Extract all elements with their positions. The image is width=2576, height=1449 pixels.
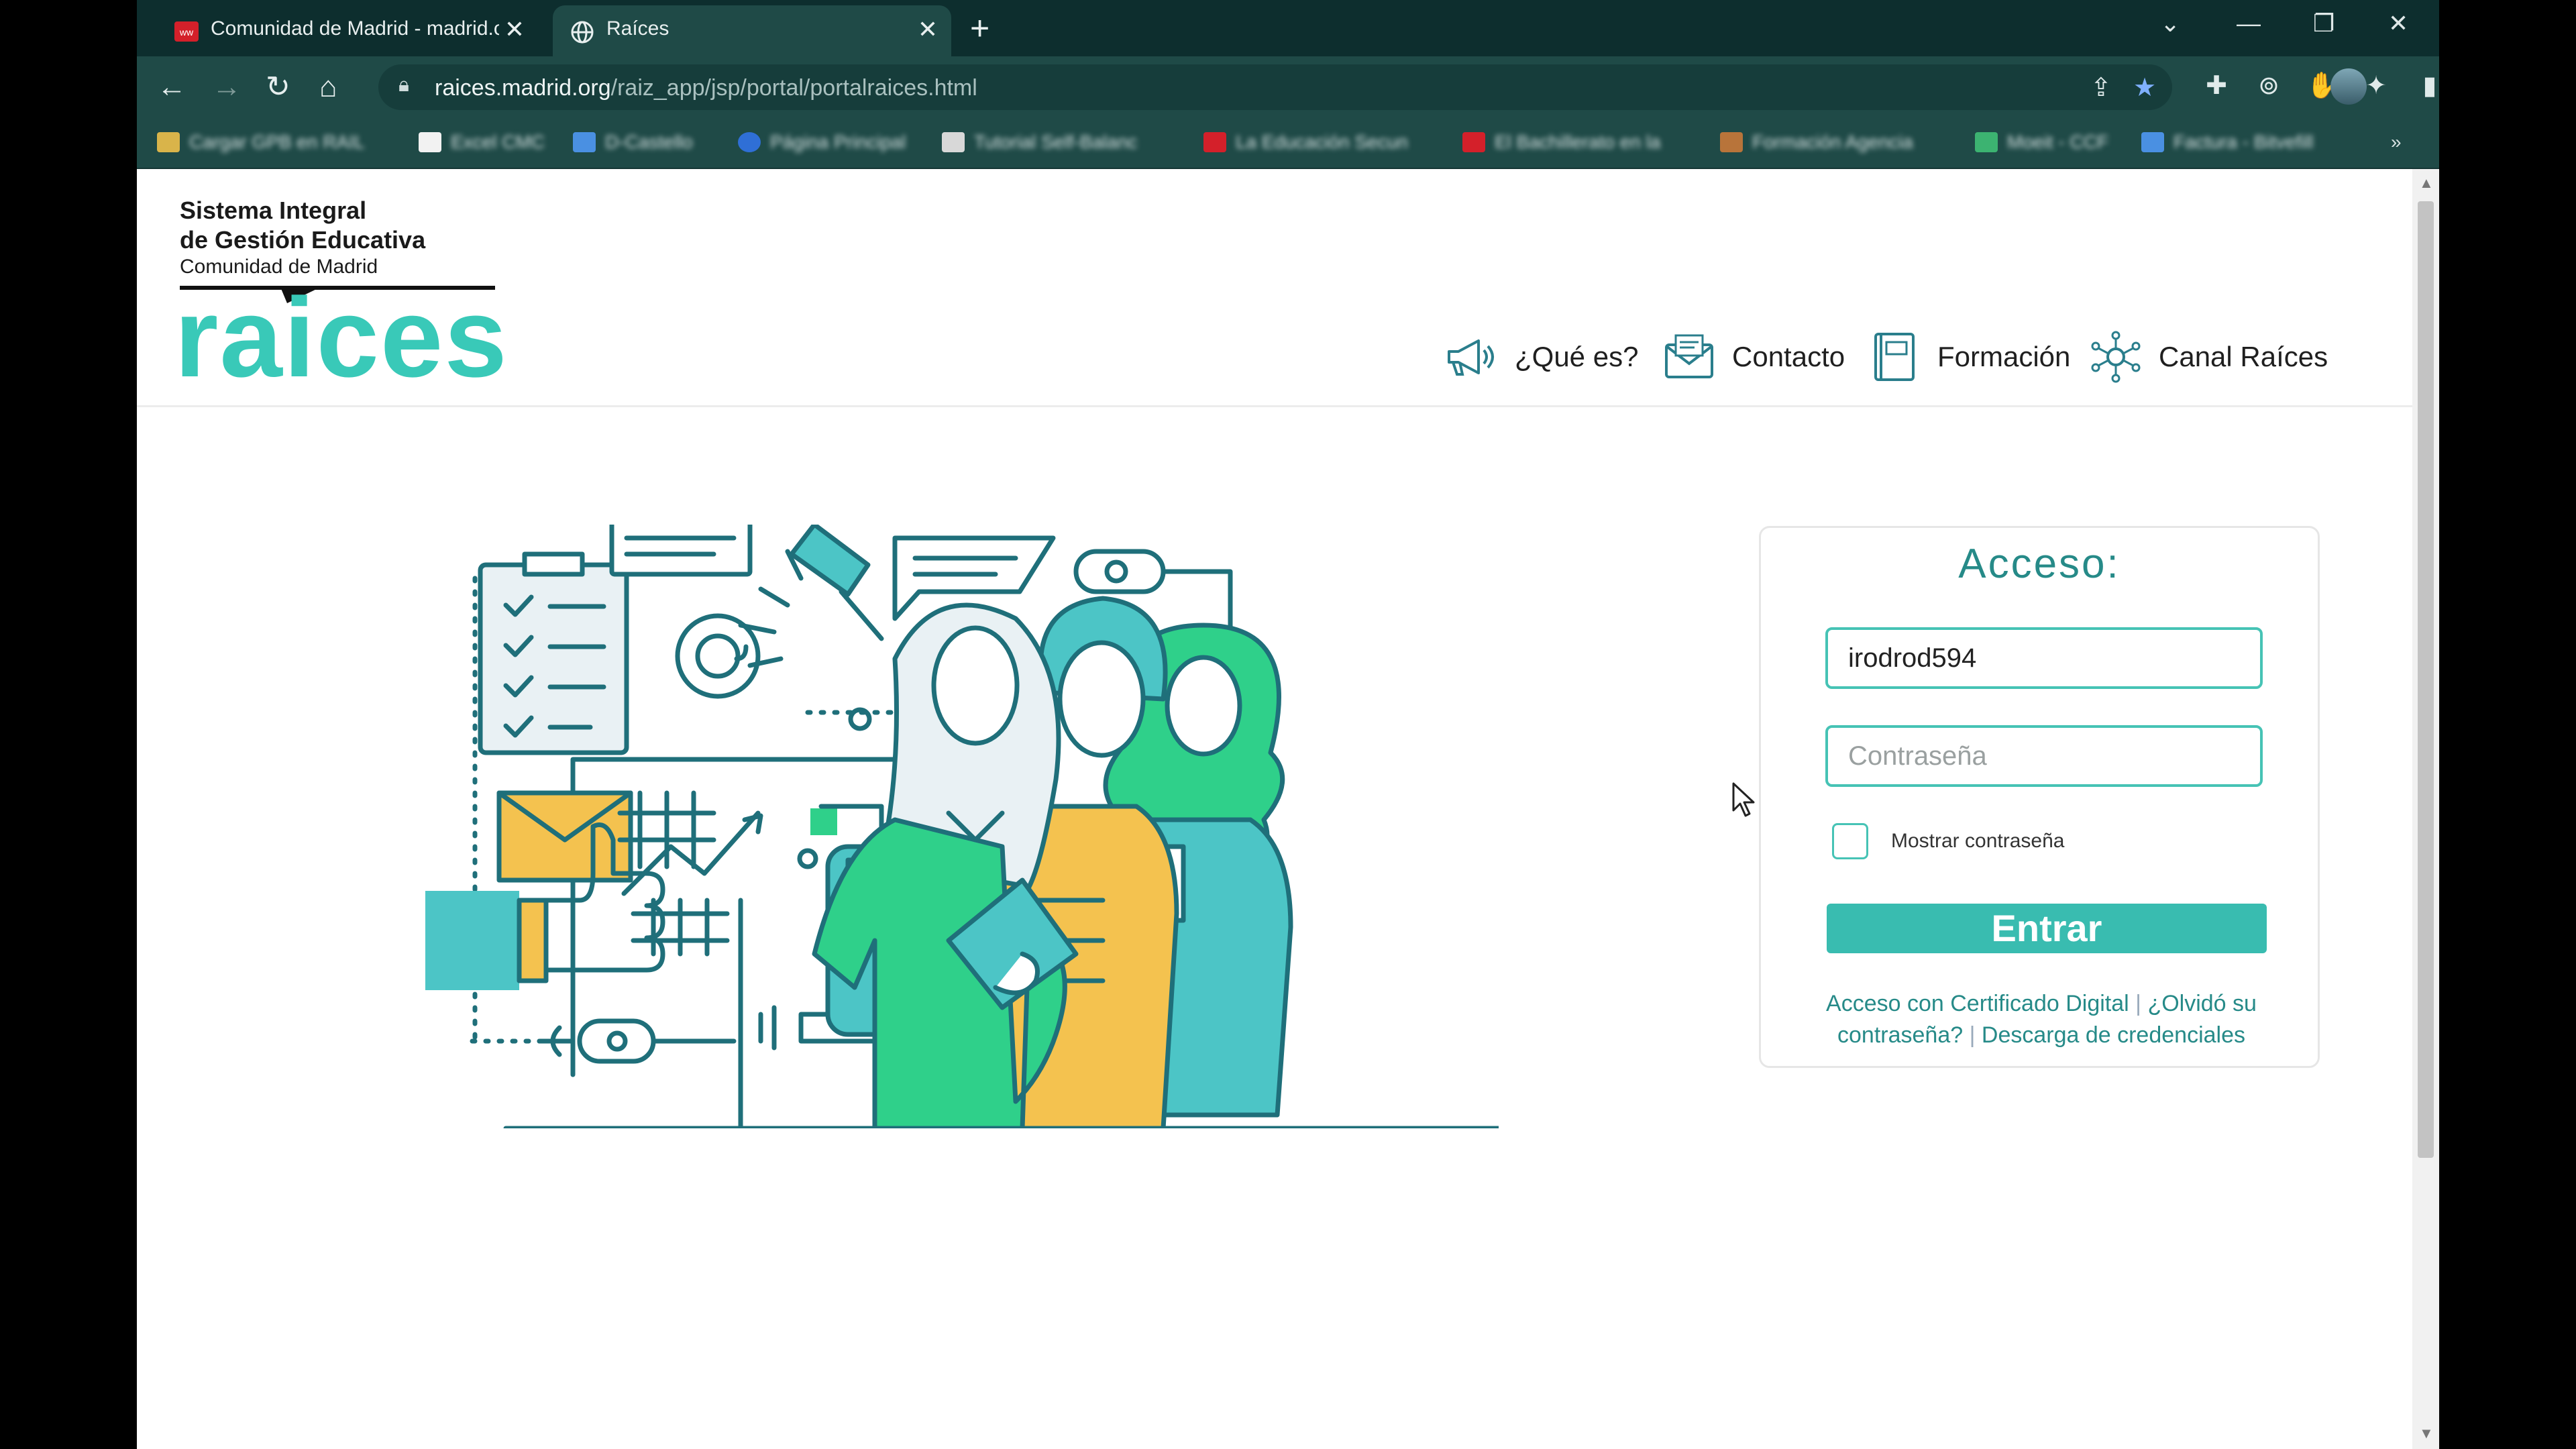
bookmark-item[interactable]: Moeit - CCF — [1975, 129, 2108, 156]
new-tab-button[interactable]: + — [970, 9, 989, 47]
megaphone-icon — [1448, 339, 1494, 376]
extension-lock-icon[interactable]: ⊚ — [2253, 70, 2285, 102]
download-credentials-link[interactable]: Descarga de credenciales — [1982, 1022, 2245, 1048]
bookmark-item[interactable]: Excel CMC — [419, 129, 545, 156]
username-input[interactable] — [1825, 627, 2263, 689]
bookmark-item[interactable]: Factura - Bitvefill — [2141, 129, 2314, 156]
scroll-down-icon[interactable]: ▼ — [2419, 1425, 2434, 1442]
book-icon — [1874, 333, 1915, 381]
bookmark-item[interactable]: Cargar GPB en RAIL — [157, 129, 364, 156]
minimize-button[interactable]: — — [2237, 7, 2261, 40]
bookmark-item[interactable]: Formación Agencia — [1720, 129, 1913, 156]
brand-line-2: de Gestión Educativa — [180, 226, 426, 254]
back-button[interactable]: ← — [157, 68, 186, 106]
nav-canal-raices[interactable]: Canal Raíces — [2088, 330, 2328, 384]
tab-raices[interactable]: Raíces ✕ — [553, 5, 951, 56]
page-scrollbar[interactable]: ▲ ▼ — [2412, 169, 2439, 1449]
education-team-illustration — [425, 525, 1499, 1128]
svg-text:ww: ww — [179, 27, 194, 38]
nav-que-es[interactable]: ¿Qué es? — [1444, 330, 1638, 384]
close-window-button[interactable]: ✕ — [2388, 7, 2408, 40]
profile-avatar[interactable] — [2330, 68, 2367, 105]
nav-formacion[interactable]: Formación — [1866, 330, 2070, 384]
globe-icon — [571, 21, 594, 44]
tab-comunidad-madrid[interactable]: ww Comunidad de Madrid - madrid.org ✕ — [157, 5, 538, 56]
share-icon[interactable]: ⇪ — [2090, 72, 2112, 103]
login-title: Acceso: — [1958, 541, 2121, 587]
brand-line-1: Sistema Integral — [180, 197, 367, 224]
bookmark-item[interactable]: Tutorial Self-Balanc — [942, 129, 1137, 156]
comunidad-madrid-favicon-icon: ww — [174, 21, 199, 42]
tab-title: Raíces — [606, 17, 669, 40]
login-submit-button[interactable]: Entrar — [1827, 904, 2267, 953]
page-content: Sistema Integral de Gestión Educativa Co… — [137, 169, 2412, 1449]
network-icon — [2091, 331, 2141, 383]
extension-cross-icon[interactable]: ✚ — [2200, 70, 2233, 102]
lock-icon: 🔒︎ — [398, 74, 409, 96]
address-bar[interactable]: 🔒︎ raices.madrid.org/raiz_app/jsp/portal… — [378, 64, 2172, 110]
reload-button[interactable]: ↻ — [266, 68, 290, 106]
bookmarks-bar: Cargar GPB en RAIL Excel CMC D-Castello … — [137, 118, 2439, 169]
bookmark-item[interactable]: Página Principal — [738, 129, 906, 156]
tab-search-dropdown-icon[interactable]: ⌄ — [2160, 7, 2180, 40]
login-card: Acceso: Mostrar contraseña Entrar Acceso… — [1759, 526, 2320, 1068]
header-divider — [137, 405, 2412, 407]
login-links: Acceso con Certificado Digital | ¿Olvidó… — [1826, 991, 2257, 1048]
mouse-cursor-icon — [1732, 782, 1755, 817]
bookmark-star-icon[interactable]: ★ — [2133, 72, 2156, 103]
scroll-up-icon[interactable]: ▲ — [2419, 174, 2434, 192]
raices-logo[interactable]: raices — [174, 280, 508, 394]
bookmark-item[interactable]: La Educación Secun — [1203, 129, 1408, 156]
bookmark-item[interactable]: D-Castello — [573, 129, 693, 156]
nav-contacto[interactable]: Contacto — [1661, 330, 1845, 384]
tab-close-icon[interactable]: ✕ — [918, 16, 938, 43]
password-input[interactable] — [1825, 725, 2263, 787]
side-panel-icon[interactable]: ▮ — [2414, 70, 2439, 102]
certificate-login-link[interactable]: Acceso con Certificado Digital — [1826, 991, 2129, 1016]
tab-close-icon[interactable]: ✕ — [504, 16, 525, 43]
browser-toolbar: ← → ↻ ⌂ 🔒︎ raices.madrid.org/raiz_app/js… — [137, 56, 2439, 118]
bookmark-item[interactable]: El Bachillerato en la — [1462, 129, 1660, 156]
browser-window: ww Comunidad de Madrid - madrid.org ✕ Ra… — [137, 0, 2439, 1449]
bookmarks-overflow-icon[interactable]: » — [2391, 129, 2402, 156]
show-password-checkbox[interactable] — [1832, 823, 1868, 859]
tab-strip: ww Comunidad de Madrid - madrid.org ✕ Ra… — [137, 0, 2439, 56]
url-text: raices.madrid.org/raiz_app/jsp/portal/po… — [435, 75, 977, 101]
forward-button[interactable]: → — [212, 68, 241, 106]
mail-icon — [1665, 334, 1713, 378]
home-button[interactable]: ⌂ — [319, 68, 337, 106]
scrollbar-thumb[interactable] — [2418, 201, 2434, 1158]
show-password-label: Mostrar contraseña — [1891, 830, 2065, 852]
restore-button[interactable]: ❐ — [2313, 7, 2334, 40]
tab-title: Comunidad de Madrid - madrid.org — [211, 17, 499, 40]
